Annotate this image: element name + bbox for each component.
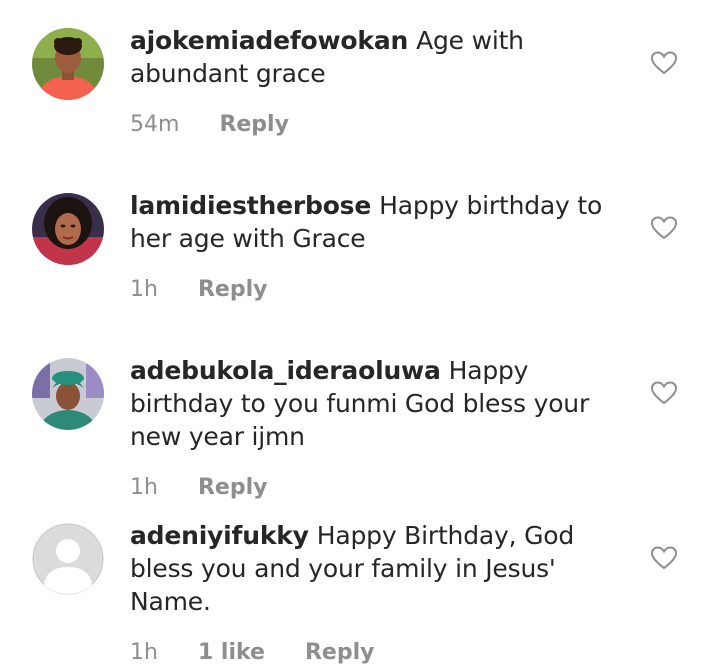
like-heart-icon[interactable] <box>651 381 677 405</box>
comment-meta: 1h 1 like Reply <box>130 640 610 665</box>
like-count[interactable]: 1 like <box>198 640 265 665</box>
comment-meta: 54m Reply <box>130 112 610 137</box>
comment-time[interactable]: 1h <box>130 277 158 302</box>
comment-text: lamidiestherbose Happy birthday to her ag… <box>130 189 610 255</box>
comment-item: lamidiestherbose Happy birthday to her ag… <box>0 165 720 330</box>
comment-time[interactable]: 1h <box>130 640 158 665</box>
default-profile-placeholder-icon <box>32 523 104 595</box>
profile-photo-icon <box>32 28 104 100</box>
comment-item: ajokemiadefowokan Age with abundant grace… <box>0 0 720 165</box>
comment-text: adebukola_ideraoluwa Happy birthday to yo… <box>130 354 610 453</box>
comment-body: ajokemiadefowokan Age with abundant grace… <box>130 24 610 137</box>
comment-time[interactable]: 54m <box>130 112 179 137</box>
comment-item: adebukola_ideraoluwa Happy birthday to yo… <box>0 330 720 500</box>
reply-button[interactable]: Reply <box>198 277 268 302</box>
avatar[interactable] <box>32 358 104 430</box>
profile-photo-icon <box>32 193 104 265</box>
like-heart-icon[interactable] <box>651 546 677 570</box>
comment-text: ajokemiadefowokan Age with abundant grace <box>130 24 610 90</box>
comment-body: adeniyifukky Happy Birthday, God bless yo… <box>130 519 610 665</box>
comment-username[interactable]: adebukola_ideraoluwa <box>130 356 441 385</box>
comment-item: adeniyifukky Happy Birthday, God bless yo… <box>0 495 720 665</box>
comment-body: adebukola_ideraoluwa Happy birthday to yo… <box>130 354 610 500</box>
comment-username[interactable]: adeniyifukky <box>130 521 309 550</box>
comment-username[interactable]: lamidiestherbose <box>130 191 371 220</box>
profile-photo-icon <box>32 358 104 430</box>
like-heart-icon[interactable] <box>651 51 677 75</box>
avatar[interactable] <box>32 28 104 100</box>
reply-button[interactable]: Reply <box>219 112 289 137</box>
comment-username[interactable]: ajokemiadefowokan <box>130 26 408 55</box>
reply-button[interactable]: Reply <box>305 640 375 665</box>
comment-body: lamidiestherbose Happy birthday to her ag… <box>130 189 610 302</box>
avatar[interactable] <box>32 523 104 595</box>
comment-meta: 1h Reply <box>130 277 610 302</box>
comment-text: adeniyifukky Happy Birthday, God bless yo… <box>130 519 610 618</box>
like-heart-icon[interactable] <box>651 216 677 240</box>
avatar[interactable] <box>32 193 104 265</box>
